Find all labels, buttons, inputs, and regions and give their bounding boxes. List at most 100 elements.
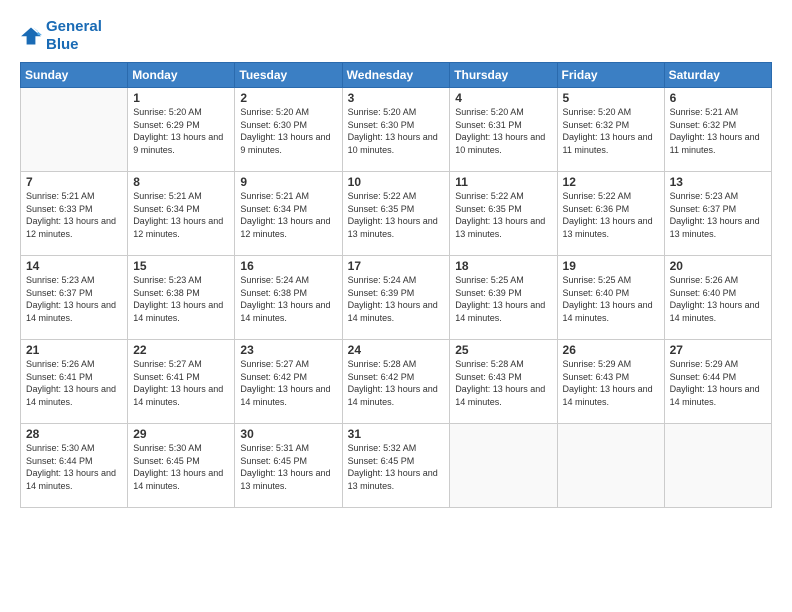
day-info: Sunrise: 5:21 AM Sunset: 6:34 PM Dayligh… — [240, 190, 336, 240]
day-number: 28 — [26, 427, 122, 441]
calendar-header-sunday: Sunday — [21, 63, 128, 88]
day-number: 27 — [670, 343, 766, 357]
day-info: Sunrise: 5:21 AM Sunset: 6:32 PM Dayligh… — [670, 106, 766, 156]
day-info: Sunrise: 5:20 AM Sunset: 6:32 PM Dayligh… — [563, 106, 659, 156]
calendar-day-cell: 6Sunrise: 5:21 AM Sunset: 6:32 PM Daylig… — [664, 88, 771, 172]
day-number: 20 — [670, 259, 766, 273]
calendar-week-row: 21Sunrise: 5:26 AM Sunset: 6:41 PM Dayli… — [21, 340, 772, 424]
day-number: 23 — [240, 343, 336, 357]
day-info: Sunrise: 5:22 AM Sunset: 6:35 PM Dayligh… — [348, 190, 445, 240]
day-info: Sunrise: 5:27 AM Sunset: 6:41 PM Dayligh… — [133, 358, 229, 408]
day-info: Sunrise: 5:25 AM Sunset: 6:39 PM Dayligh… — [455, 274, 551, 324]
day-info: Sunrise: 5:24 AM Sunset: 6:39 PM Dayligh… — [348, 274, 445, 324]
calendar-day-cell: 5Sunrise: 5:20 AM Sunset: 6:32 PM Daylig… — [557, 88, 664, 172]
day-number: 26 — [563, 343, 659, 357]
calendar-header-wednesday: Wednesday — [342, 63, 450, 88]
calendar-header-friday: Friday — [557, 63, 664, 88]
day-number: 30 — [240, 427, 336, 441]
day-number: 29 — [133, 427, 229, 441]
day-number: 5 — [563, 91, 659, 105]
calendar-day-cell — [664, 424, 771, 508]
calendar-day-cell: 20Sunrise: 5:26 AM Sunset: 6:40 PM Dayli… — [664, 256, 771, 340]
calendar-day-cell — [557, 424, 664, 508]
calendar-day-cell: 14Sunrise: 5:23 AM Sunset: 6:37 PM Dayli… — [21, 256, 128, 340]
calendar-day-cell: 27Sunrise: 5:29 AM Sunset: 6:44 PM Dayli… — [664, 340, 771, 424]
day-info: Sunrise: 5:20 AM Sunset: 6:29 PM Dayligh… — [133, 106, 229, 156]
day-info: Sunrise: 5:23 AM Sunset: 6:38 PM Dayligh… — [133, 274, 229, 324]
day-info: Sunrise: 5:25 AM Sunset: 6:40 PM Dayligh… — [563, 274, 659, 324]
day-info: Sunrise: 5:20 AM Sunset: 6:31 PM Dayligh… — [455, 106, 551, 156]
calendar-header-tuesday: Tuesday — [235, 63, 342, 88]
calendar-day-cell: 3Sunrise: 5:20 AM Sunset: 6:30 PM Daylig… — [342, 88, 450, 172]
calendar-day-cell: 28Sunrise: 5:30 AM Sunset: 6:44 PM Dayli… — [21, 424, 128, 508]
calendar-day-cell: 9Sunrise: 5:21 AM Sunset: 6:34 PM Daylig… — [235, 172, 342, 256]
calendar-table: SundayMondayTuesdayWednesdayThursdayFrid… — [20, 62, 772, 508]
calendar-day-cell: 8Sunrise: 5:21 AM Sunset: 6:34 PM Daylig… — [128, 172, 235, 256]
calendar-day-cell: 12Sunrise: 5:22 AM Sunset: 6:36 PM Dayli… — [557, 172, 664, 256]
day-number: 7 — [26, 175, 122, 189]
logo-icon — [20, 25, 42, 47]
calendar-day-cell: 11Sunrise: 5:22 AM Sunset: 6:35 PM Dayli… — [450, 172, 557, 256]
day-number: 2 — [240, 91, 336, 105]
calendar-day-cell: 1Sunrise: 5:20 AM Sunset: 6:29 PM Daylig… — [128, 88, 235, 172]
day-number: 31 — [348, 427, 445, 441]
day-info: Sunrise: 5:20 AM Sunset: 6:30 PM Dayligh… — [348, 106, 445, 156]
day-number: 9 — [240, 175, 336, 189]
day-info: Sunrise: 5:29 AM Sunset: 6:44 PM Dayligh… — [670, 358, 766, 408]
day-info: Sunrise: 5:32 AM Sunset: 6:45 PM Dayligh… — [348, 442, 445, 492]
day-info: Sunrise: 5:28 AM Sunset: 6:42 PM Dayligh… — [348, 358, 445, 408]
logo-text: General Blue — [46, 18, 102, 54]
day-info: Sunrise: 5:23 AM Sunset: 6:37 PM Dayligh… — [26, 274, 122, 324]
calendar-day-cell — [21, 88, 128, 172]
logo: General Blue — [20, 18, 102, 54]
calendar-day-cell: 31Sunrise: 5:32 AM Sunset: 6:45 PM Dayli… — [342, 424, 450, 508]
calendar-day-cell: 19Sunrise: 5:25 AM Sunset: 6:40 PM Dayli… — [557, 256, 664, 340]
calendar-day-cell: 22Sunrise: 5:27 AM Sunset: 6:41 PM Dayli… — [128, 340, 235, 424]
calendar-day-cell: 4Sunrise: 5:20 AM Sunset: 6:31 PM Daylig… — [450, 88, 557, 172]
calendar-day-cell: 24Sunrise: 5:28 AM Sunset: 6:42 PM Dayli… — [342, 340, 450, 424]
day-number: 19 — [563, 259, 659, 273]
calendar-header-thursday: Thursday — [450, 63, 557, 88]
page: General Blue SundayMondayTuesdayWednesda… — [0, 0, 792, 612]
day-number: 8 — [133, 175, 229, 189]
day-number: 15 — [133, 259, 229, 273]
calendar-day-cell: 30Sunrise: 5:31 AM Sunset: 6:45 PM Dayli… — [235, 424, 342, 508]
calendar-day-cell — [450, 424, 557, 508]
day-number: 11 — [455, 175, 551, 189]
calendar-week-row: 1Sunrise: 5:20 AM Sunset: 6:29 PM Daylig… — [21, 88, 772, 172]
day-info: Sunrise: 5:22 AM Sunset: 6:35 PM Dayligh… — [455, 190, 551, 240]
day-info: Sunrise: 5:21 AM Sunset: 6:33 PM Dayligh… — [26, 190, 122, 240]
calendar-day-cell: 26Sunrise: 5:29 AM Sunset: 6:43 PM Dayli… — [557, 340, 664, 424]
calendar-header-saturday: Saturday — [664, 63, 771, 88]
day-info: Sunrise: 5:21 AM Sunset: 6:34 PM Dayligh… — [133, 190, 229, 240]
day-info: Sunrise: 5:29 AM Sunset: 6:43 PM Dayligh… — [563, 358, 659, 408]
day-info: Sunrise: 5:30 AM Sunset: 6:44 PM Dayligh… — [26, 442, 122, 492]
day-info: Sunrise: 5:31 AM Sunset: 6:45 PM Dayligh… — [240, 442, 336, 492]
day-info: Sunrise: 5:23 AM Sunset: 6:37 PM Dayligh… — [670, 190, 766, 240]
calendar-day-cell: 18Sunrise: 5:25 AM Sunset: 6:39 PM Dayli… — [450, 256, 557, 340]
day-number: 18 — [455, 259, 551, 273]
calendar-day-cell: 16Sunrise: 5:24 AM Sunset: 6:38 PM Dayli… — [235, 256, 342, 340]
header: General Blue — [20, 18, 772, 54]
day-number: 14 — [26, 259, 122, 273]
calendar-day-cell: 17Sunrise: 5:24 AM Sunset: 6:39 PM Dayli… — [342, 256, 450, 340]
day-number: 4 — [455, 91, 551, 105]
day-number: 13 — [670, 175, 766, 189]
day-number: 22 — [133, 343, 229, 357]
day-number: 25 — [455, 343, 551, 357]
day-number: 12 — [563, 175, 659, 189]
calendar-day-cell: 25Sunrise: 5:28 AM Sunset: 6:43 PM Dayli… — [450, 340, 557, 424]
calendar-day-cell: 7Sunrise: 5:21 AM Sunset: 6:33 PM Daylig… — [21, 172, 128, 256]
day-number: 6 — [670, 91, 766, 105]
day-info: Sunrise: 5:24 AM Sunset: 6:38 PM Dayligh… — [240, 274, 336, 324]
day-info: Sunrise: 5:20 AM Sunset: 6:30 PM Dayligh… — [240, 106, 336, 156]
calendar-header-row: SundayMondayTuesdayWednesdayThursdayFrid… — [21, 63, 772, 88]
day-info: Sunrise: 5:30 AM Sunset: 6:45 PM Dayligh… — [133, 442, 229, 492]
calendar-day-cell: 2Sunrise: 5:20 AM Sunset: 6:30 PM Daylig… — [235, 88, 342, 172]
day-info: Sunrise: 5:28 AM Sunset: 6:43 PM Dayligh… — [455, 358, 551, 408]
calendar-week-row: 14Sunrise: 5:23 AM Sunset: 6:37 PM Dayli… — [21, 256, 772, 340]
calendar-week-row: 28Sunrise: 5:30 AM Sunset: 6:44 PM Dayli… — [21, 424, 772, 508]
day-info: Sunrise: 5:26 AM Sunset: 6:40 PM Dayligh… — [670, 274, 766, 324]
day-number: 24 — [348, 343, 445, 357]
calendar-day-cell: 23Sunrise: 5:27 AM Sunset: 6:42 PM Dayli… — [235, 340, 342, 424]
